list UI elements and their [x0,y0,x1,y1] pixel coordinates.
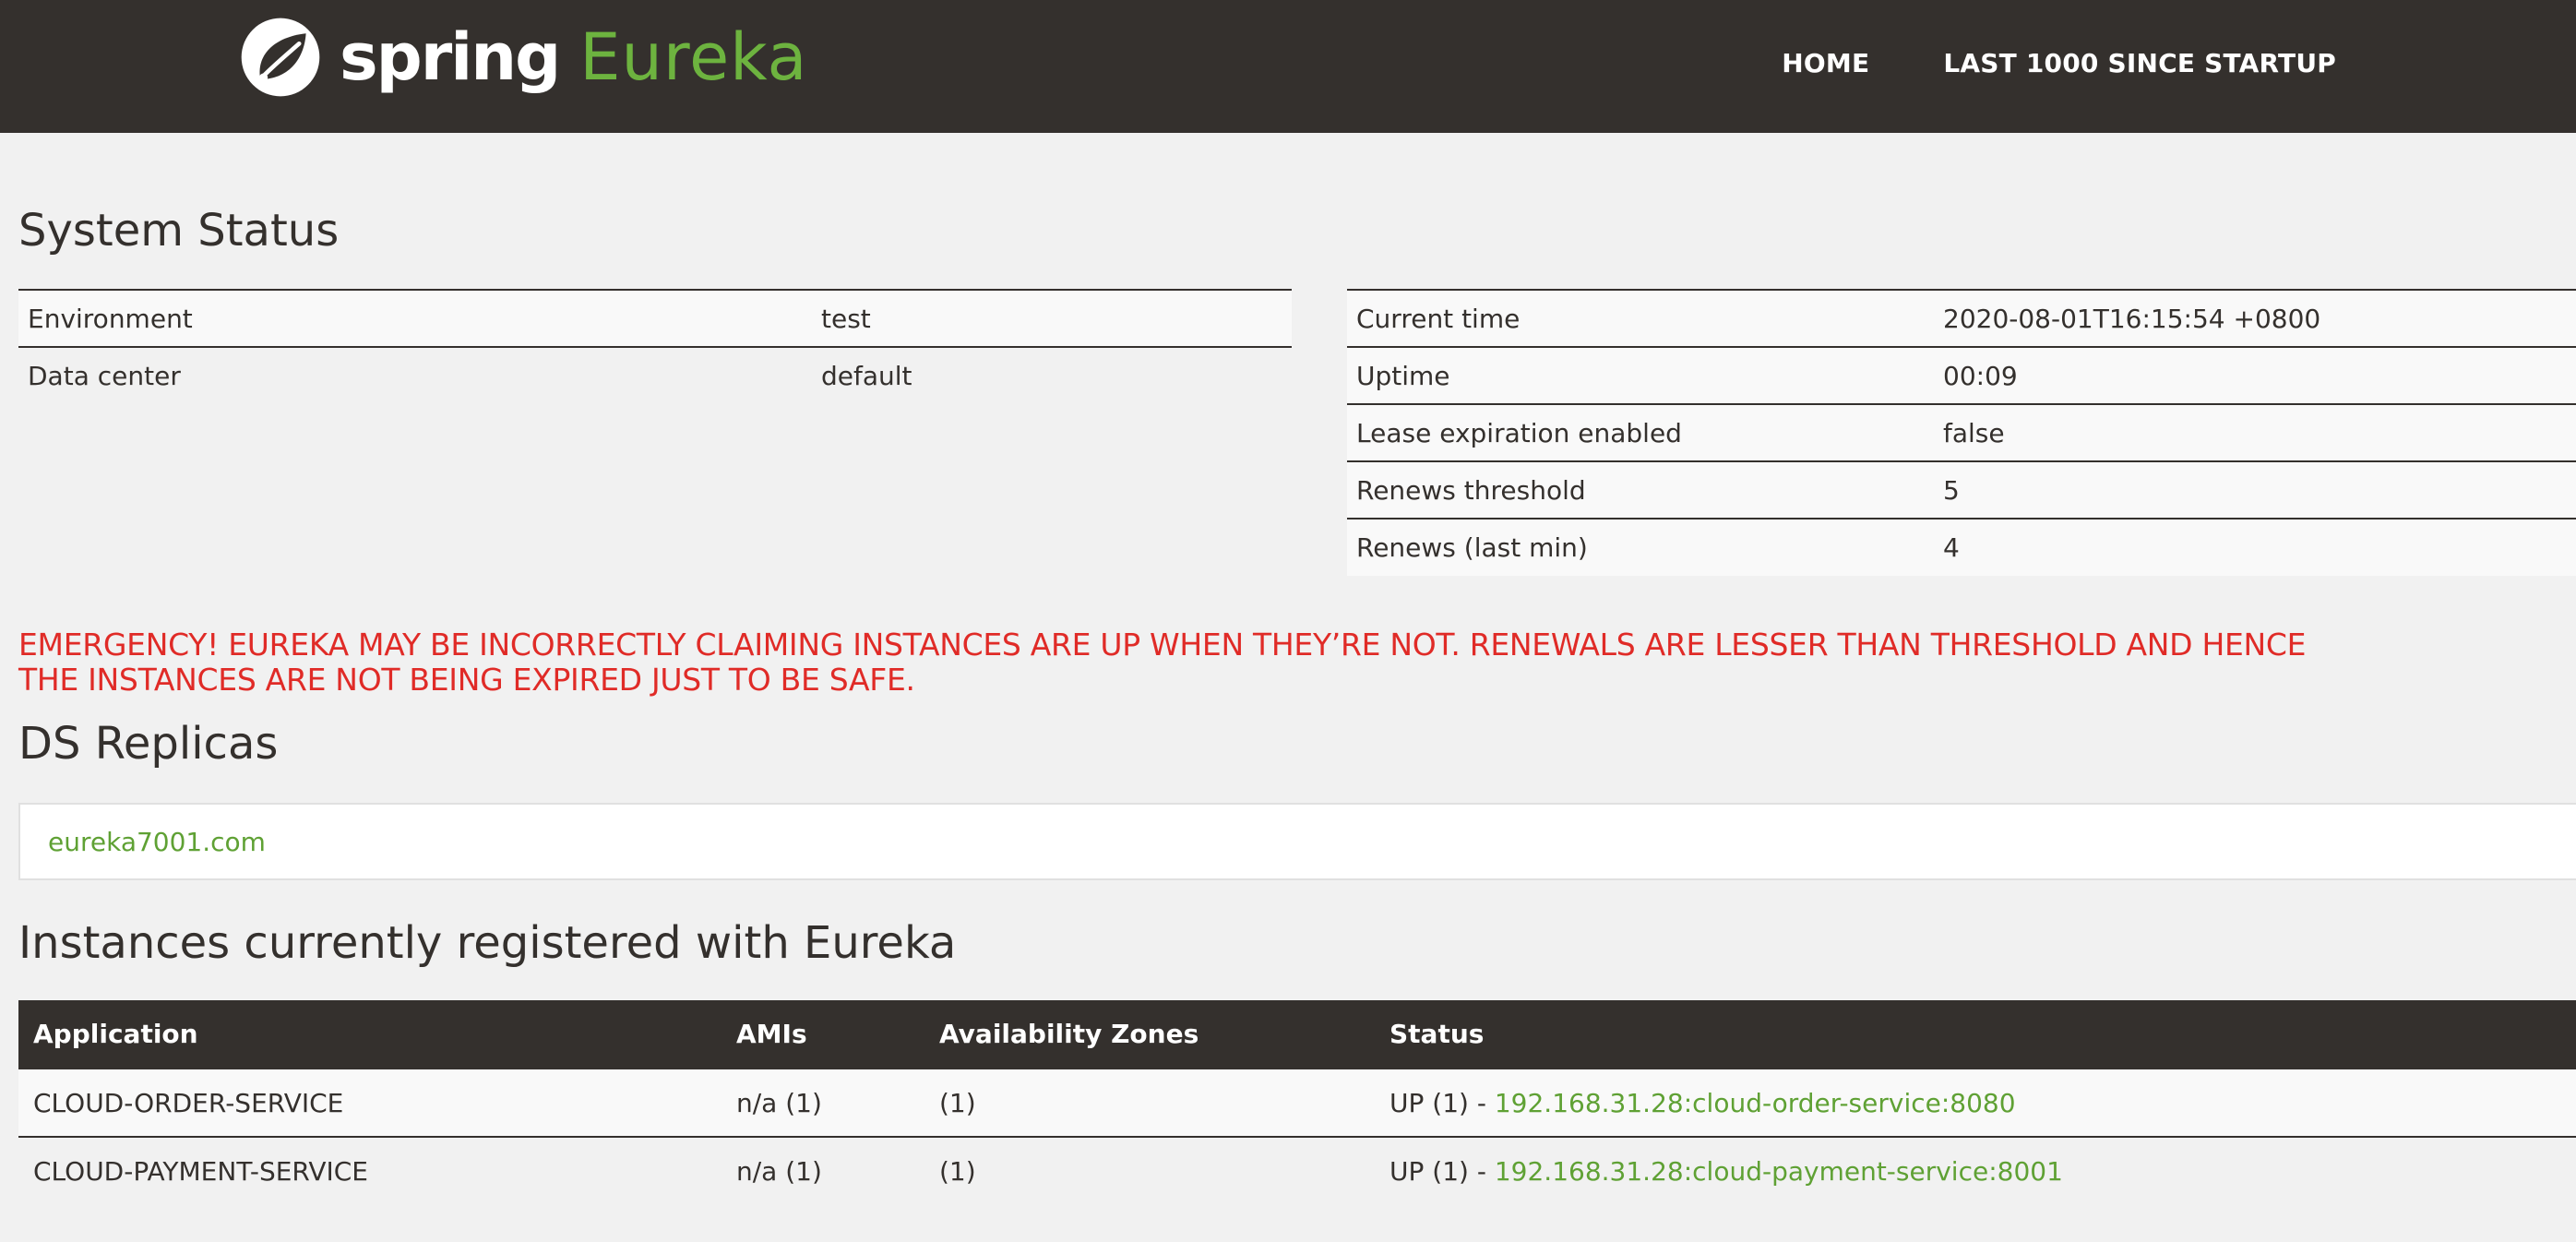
brand-eureka-text: Eureka [579,19,808,95]
ds-replicas-list: eureka7001.com [18,803,2576,880]
status-key: Environment [18,289,812,347]
amis-cell: n/a (1) [722,1136,924,1205]
status-value: 2020-08-01T16:15:54 +0800 [1934,289,2576,347]
status-prefix: UP (1) - [1389,1087,1495,1118]
ds-replicas-heading: DS Replicas [18,718,279,770]
spring-leaf-icon [241,18,320,97]
status-value: 5 [1934,460,2576,519]
nav-menu: HOME LAST 1000 SINCE STARTUP [1708,0,2336,125]
system-status-heading: System Status [18,205,340,257]
status-cell: UP (1) - 192.168.31.28:cloud-payment-ser… [1375,1136,2576,1205]
status-value: 4 [1934,518,2576,576]
column-header-application: Application [18,1000,722,1069]
instances-table: Application AMIs Availability Zones Stat… [18,1000,2576,1205]
top-navbar: spring Eureka HOME LAST 1000 SINCE START… [0,0,2576,133]
status-prefix: UP (1) - [1389,1156,1495,1187]
status-key: Data center [18,346,812,404]
system-status-right-table: Current time 2020-08-01T16:15:54 +0800 U… [1347,289,2576,576]
instance-link[interactable]: 192.168.31.28:cloud-order-service:8080 [1495,1088,2016,1118]
table-header-row: Application AMIs Availability Zones Stat… [18,1000,2576,1069]
emergency-warning: EMERGENCY! EUREKA MAY BE INCORRECTLY CLA… [18,627,2576,698]
status-row: Current time 2020-08-01T16:15:54 +0800 [1347,289,2576,347]
status-row: Uptime 00:09 [1347,346,2576,404]
brand-spring-text: spring [340,19,561,95]
status-row: Renews threshold 5 [1347,460,2576,519]
amis-cell: n/a (1) [722,1068,924,1137]
instances-heading: Instances currently registered with Eure… [18,917,957,969]
status-row: Renews (last min) 4 [1347,518,2576,576]
status-key: Lease expiration enabled [1347,403,1934,461]
status-cell: UP (1) - 192.168.31.28:cloud-order-servi… [1375,1068,2576,1137]
status-row: Lease expiration enabled false [1347,403,2576,461]
status-key: Renews threshold [1347,460,1934,519]
application-cell: CLOUD-PAYMENT-SERVICE [18,1136,722,1205]
system-status-left-table: Environment test Data center default [18,289,1292,404]
status-value: test [812,289,1292,347]
column-header-status: Status [1375,1000,2576,1069]
status-row: Data center default [18,346,1292,404]
nav-last-1000-link[interactable]: LAST 1000 SINCE STARTUP [1943,48,2336,78]
nav-home-link[interactable]: HOME [1782,48,1869,78]
status-value: default [812,346,1292,404]
status-value: 00:09 [1934,346,2576,404]
status-key: Renews (last min) [1347,518,1934,576]
zones-cell: (1) [924,1136,1375,1205]
status-key: Current time [1347,289,1934,347]
emergency-line-2: THE INSTANCES ARE NOT BEING EXPIRED JUST… [18,662,915,698]
table-row: CLOUD-ORDER-SERVICE n/a (1) (1) UP (1) -… [18,1068,2576,1137]
emergency-line-1: EMERGENCY! EUREKA MAY BE INCORRECTLY CLA… [18,627,2307,663]
column-header-amis: AMIs [722,1000,924,1069]
table-row: CLOUD-PAYMENT-SERVICE n/a (1) (1) UP (1)… [18,1136,2576,1205]
column-header-zones: Availability Zones [924,1000,1375,1069]
instance-link[interactable]: 192.168.31.28:cloud-payment-service:8001 [1495,1156,2063,1187]
zones-cell: (1) [924,1068,1375,1137]
status-key: Uptime [1347,346,1934,404]
application-cell: CLOUD-ORDER-SERVICE [18,1068,722,1137]
replica-link[interactable]: eureka7001.com [48,827,266,857]
status-value: false [1934,403,2576,461]
status-row: Environment test [18,289,1292,347]
brand[interactable]: spring Eureka [238,11,807,103]
